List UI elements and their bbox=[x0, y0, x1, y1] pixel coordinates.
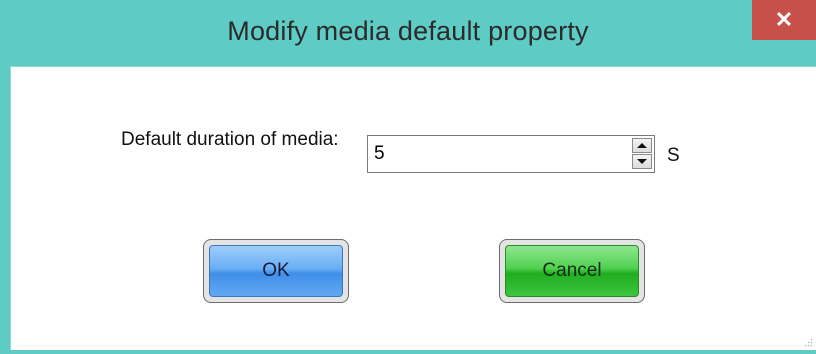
cancel-button-label: Cancel bbox=[505, 245, 639, 297]
ok-button[interactable]: OK bbox=[203, 239, 349, 303]
duration-spinbox[interactable] bbox=[367, 135, 655, 173]
ok-button-label: OK bbox=[209, 245, 343, 297]
close-icon: ✕ bbox=[774, 7, 794, 32]
window-bottom-border bbox=[0, 350, 816, 354]
spin-down-button[interactable] bbox=[632, 154, 652, 169]
dialog-body: Default duration of media: S OK Cancel bbox=[10, 66, 816, 351]
spin-up-icon bbox=[637, 143, 647, 148]
dialog-title: Modify media default property bbox=[227, 16, 589, 46]
duration-input[interactable] bbox=[372, 138, 618, 170]
resize-grip-icon[interactable] bbox=[803, 337, 813, 347]
title-bar[interactable]: Modify media default property ✕ bbox=[0, 0, 816, 66]
spin-buttons bbox=[632, 138, 652, 170]
duration-unit: S bbox=[667, 145, 680, 166]
close-button[interactable]: ✕ bbox=[752, 0, 816, 40]
dialog-window: Modify media default property ✕ Default … bbox=[0, 0, 816, 354]
duration-label: Default duration of media: bbox=[121, 129, 339, 150]
cancel-button[interactable]: Cancel bbox=[499, 239, 645, 303]
spin-up-button[interactable] bbox=[632, 138, 652, 153]
spin-down-icon bbox=[637, 159, 647, 164]
